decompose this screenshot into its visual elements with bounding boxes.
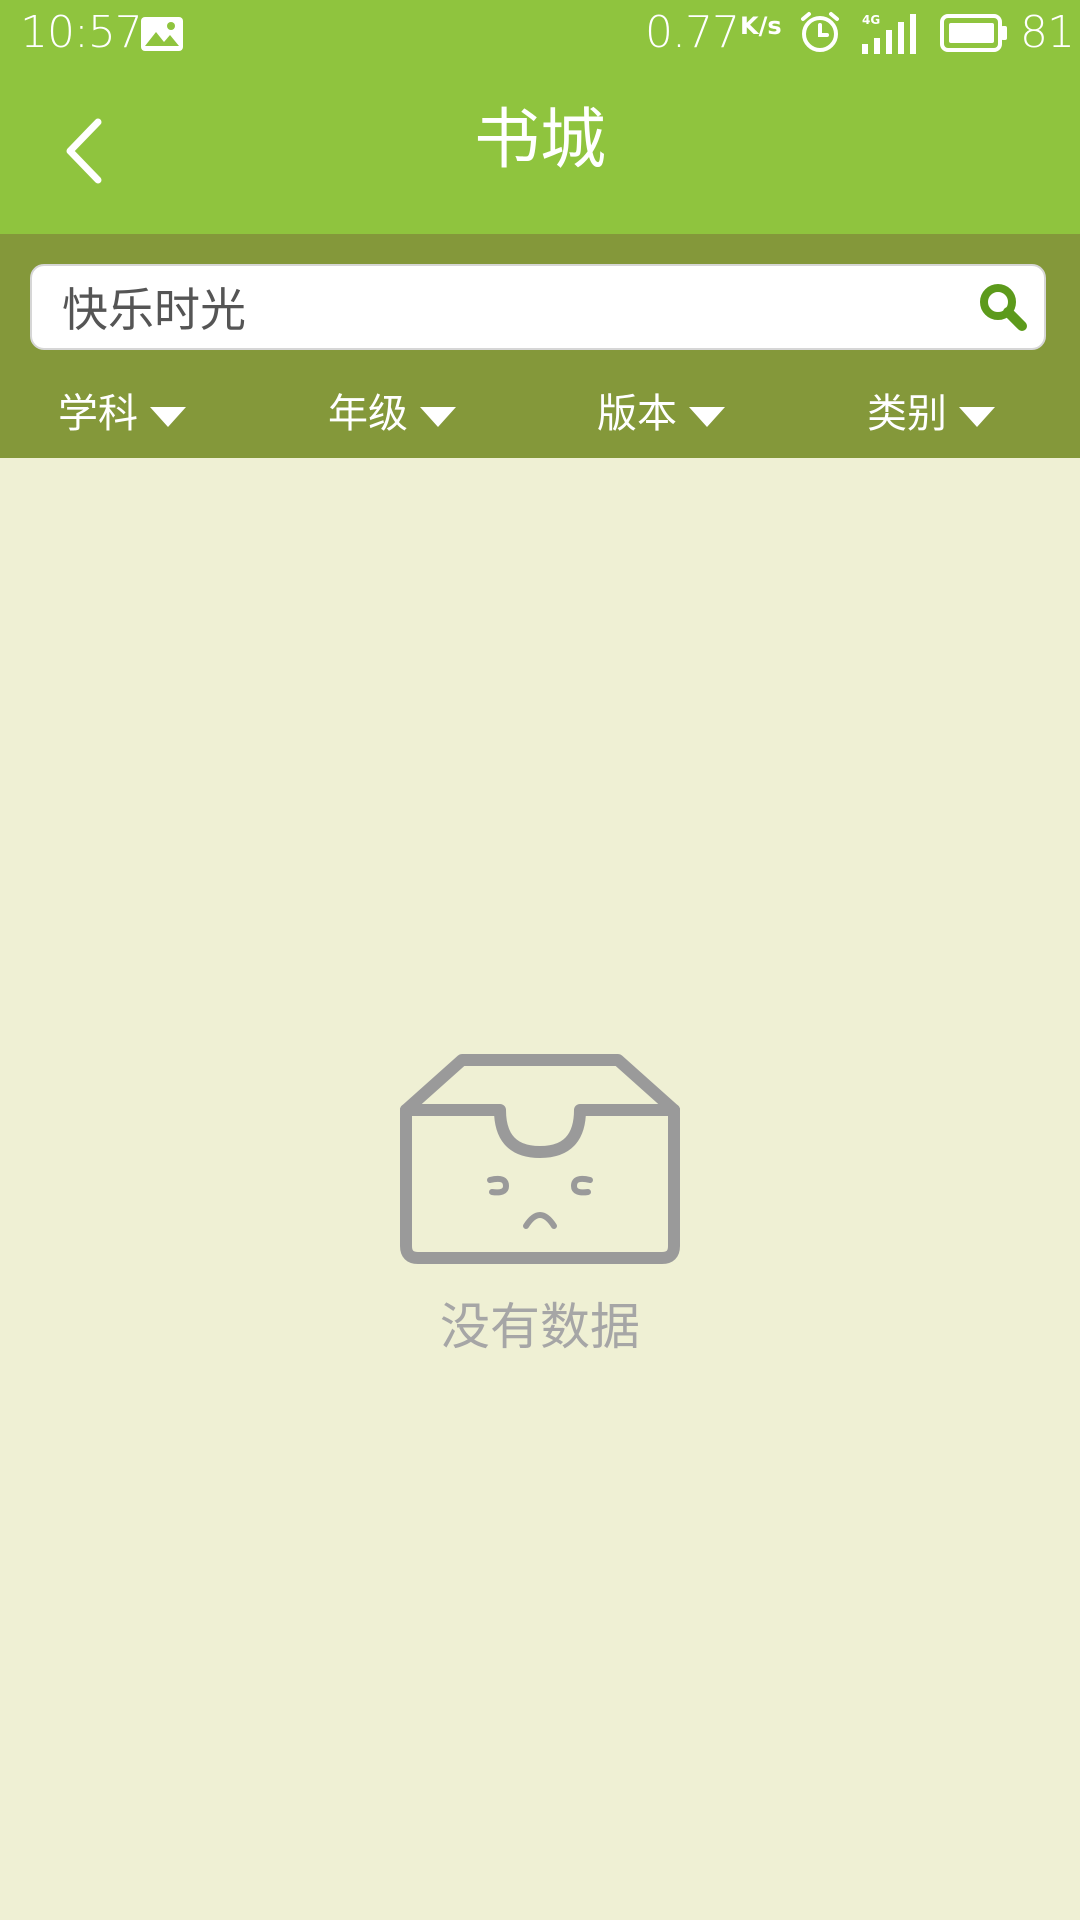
triangle-down-icon [959,407,995,427]
svg-text:4G: 4G [862,13,880,27]
search-section: 学科 年级 版本 类别 [0,234,1080,458]
triangle-down-icon [150,407,186,427]
status-bar: 10:57 0.77 K/s 4G 81 [0,0,1080,66]
network-speed: 0.77 [645,7,740,58]
page-title: 书城 [474,101,606,178]
filter-label: 年级 [328,391,408,437]
battery-icon [940,14,1007,52]
search-box [30,264,1046,350]
empty-state: 没有数据 [0,1050,1080,1370]
filter-subject[interactable]: 学科 [58,384,186,444]
gallery-notification-icon [141,17,183,51]
filter-bar: 学科 年级 版本 类别 [0,384,1080,454]
filter-edition[interactable]: 版本 [597,384,725,444]
search-icon[interactable] [978,282,1028,332]
alarm-icon [801,12,839,52]
battery-level: 81 [1020,7,1075,58]
filter-grade[interactable]: 年级 [328,384,456,444]
empty-message: 没有数据 [440,1298,640,1356]
filter-label: 学科 [58,391,138,437]
status-time: 10:57 [20,7,143,58]
filter-label: 版本 [597,391,677,437]
signal-4g-icon: 4G [862,13,916,54]
triangle-down-icon [689,407,725,427]
triangle-down-icon [420,407,456,427]
empty-box-icon [400,1054,680,1264]
network-speed-unit: K/s [740,12,782,40]
title-bar: 书城 [0,66,1080,234]
filter-category[interactable]: 类别 [867,384,995,444]
filter-label: 类别 [867,391,947,437]
search-input[interactable] [62,266,982,348]
